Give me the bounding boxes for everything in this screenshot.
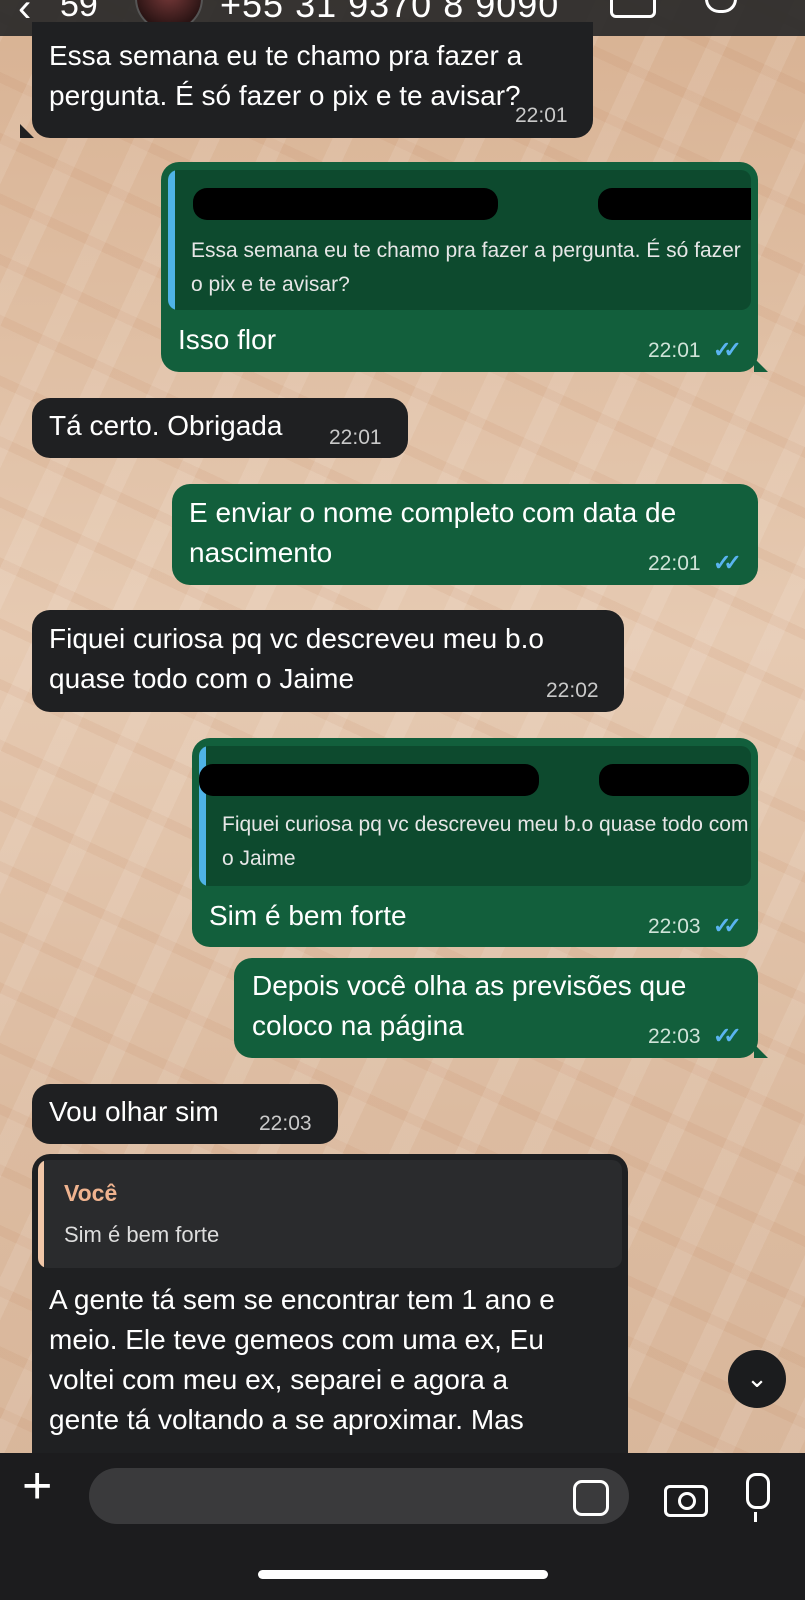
message-text: A gente tá sem se encontrar tem 1 ano e … [49,1284,555,1435]
bubble-tail [754,358,768,372]
message-text: Vou olhar sim [49,1096,219,1127]
phone-icon[interactable] [705,0,737,13]
home-indicator [258,1570,548,1579]
message-text: Depois você olha as previsões que coloco… [252,970,687,1041]
message-outgoing[interactable]: E enviar o nome completo com data de nas… [172,484,758,585]
message-text: Fiquei curiosa pq vc descreveu meu b.o q… [49,623,544,694]
message-text: Sim é bem forte [209,900,407,931]
message-input[interactable] [89,1468,629,1524]
message-time: 22:01 [648,339,701,362]
composer-bar: + [0,1453,805,1600]
read-receipt-icon: ✓✓ [713,337,742,362]
message-time: 22:03 [259,1112,312,1135]
message-time: 22:01 [329,426,382,449]
quote-accent-bar [38,1160,44,1268]
quote-text: Fiquei curiosa pq vc descreveu meu b.o q… [222,813,749,870]
quote-text: Sim é bem forte [64,1222,220,1247]
bubble-tail [20,124,34,138]
quoted-message[interactable]: Você Sim é bem forte [38,1160,622,1268]
message-time: 22:03 [648,1025,701,1048]
video-call-icon[interactable] [610,0,656,18]
redaction-mark [193,188,498,220]
message-incoming[interactable]: Fiquei curiosa pq vc descreveu meu b.o q… [32,610,624,712]
message-outgoing[interactable]: Essa semana eu te chamo pra fazer a perg… [161,162,758,372]
redaction-mark [199,764,539,796]
sticker-icon[interactable] [573,1480,609,1516]
read-receipt-icon: ✓✓ [713,1023,742,1048]
microphone-icon[interactable] [746,1473,770,1522]
message-outgoing[interactable]: Depois você olha as previsões que coloco… [234,958,758,1058]
quote-accent-bar [168,170,175,310]
message-incoming[interactable]: Tá certo. Obrigada 22:01 [32,398,408,458]
message-incoming[interactable]: Você Sim é bem forte A gente tá sem se e… [32,1154,628,1454]
message-text: Isso flor [178,324,277,355]
message-incoming[interactable]: Essa semana eu te chamo pra fazer a perg… [32,22,593,138]
read-receipt-icon: ✓✓ [713,913,742,938]
plus-icon[interactable]: + [22,1456,52,1516]
chevron-down-icon: ⌄ [746,1363,768,1393]
message-time: 22:01 [648,552,701,575]
message-time: 22:02 [546,679,599,702]
message-text: Tá certo. Obrigada [49,410,283,441]
camera-icon[interactable] [664,1485,708,1517]
message-incoming[interactable]: Vou olhar sim 22:03 [32,1084,338,1144]
message-time: 22:01 [515,104,568,127]
message-text: Essa semana eu te chamo pra fazer a perg… [49,40,523,111]
message-text: E enviar o nome completo com data de nas… [189,497,677,568]
quote-author: Você [64,1180,118,1206]
message-time: 22:03 [648,915,701,938]
read-receipt-icon: ✓✓ [713,550,742,575]
scroll-down-button[interactable]: ⌄ [728,1350,786,1408]
quote-text: Essa semana eu te chamo pra fazer a perg… [191,239,741,296]
bubble-tail [754,1044,768,1058]
redaction-mark [599,764,749,796]
redaction-mark [598,188,751,220]
quoted-message[interactable]: Essa semana eu te chamo pra fazer a perg… [168,170,751,310]
back-chevron-icon[interactable]: ‹ [18,0,31,31]
message-outgoing[interactable]: Fiquei curiosa pq vc descreveu meu b.o q… [192,738,758,947]
quoted-message[interactable]: Fiquei curiosa pq vc descreveu meu b.o q… [199,746,751,886]
